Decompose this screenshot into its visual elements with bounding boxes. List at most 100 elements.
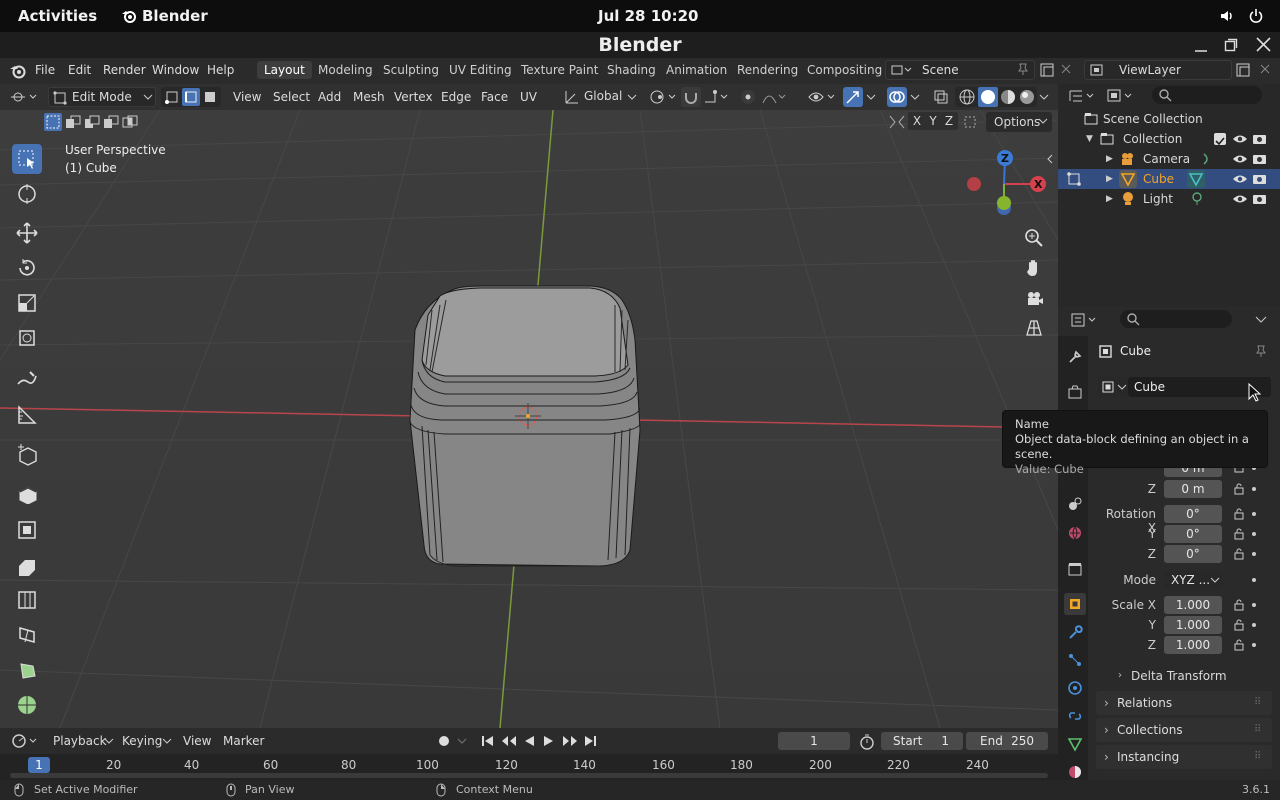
menu-mesh[interactable]: Mesh <box>353 88 385 106</box>
tab-uv-editing[interactable]: UV Editing <box>442 61 519 79</box>
expand-arrow-icon[interactable]: ▶ <box>1106 169 1113 189</box>
object-browse-dropdown[interactable] <box>1098 377 1128 397</box>
add-cube-tool[interactable] <box>12 440 42 470</box>
view-layer-selector[interactable]: ViewLayer <box>1084 60 1232 80</box>
extrude-tool[interactable] <box>12 478 42 508</box>
menu-face[interactable]: Face <box>481 88 508 106</box>
location-z-field[interactable]: 0 m <box>1164 480 1222 498</box>
outliner-row-cube[interactable]: ▶ Cube <box>1058 169 1280 189</box>
outliner-editor-icon[interactable] <box>1068 87 1098 108</box>
material-shading-icon[interactable] <box>999 88 1017 109</box>
scale-x-field[interactable]: 1.000 <box>1164 596 1222 614</box>
menu-vertex[interactable]: Vertex <box>394 88 433 106</box>
scene-tab-icon[interactable] <box>1064 493 1086 515</box>
select-subtract-icon[interactable] <box>83 113 101 135</box>
remove-view-layer-icon[interactable] <box>1259 63 1271 78</box>
outliner-search-input[interactable] <box>1152 86 1262 104</box>
chevron-down-icon[interactable] <box>457 732 467 753</box>
outliner-row-light[interactable]: ▶ Light <box>1058 189 1280 209</box>
tab-modeling[interactable]: Modeling <box>311 61 380 79</box>
properties-editor-icon[interactable] <box>1070 311 1100 332</box>
delta-transform-subpanel[interactable]: › Delta Transform <box>1114 666 1270 686</box>
pivot-point-icon[interactable] <box>648 88 678 109</box>
power-icon[interactable] <box>1248 8 1264 28</box>
tab-animation[interactable]: Animation <box>659 61 734 79</box>
menu-uv[interactable]: UV <box>520 88 537 106</box>
expand-arrow-icon[interactable]: ▼ <box>1086 129 1093 149</box>
menu-view[interactable]: View <box>233 88 261 106</box>
blender-logo-icon[interactable] <box>9 62 27 83</box>
tab-rendering[interactable]: Rendering <box>730 61 805 79</box>
play-reverse-icon[interactable] <box>522 734 536 751</box>
menu-help[interactable]: Help <box>207 63 234 77</box>
constraints-tab-icon[interactable] <box>1064 705 1086 727</box>
proportional-edit-icon[interactable] <box>739 88 757 109</box>
snap-toggle-icon[interactable] <box>681 87 701 107</box>
chevron-down-icon[interactable] <box>1254 312 1268 329</box>
mesh-data-icon[interactable] <box>1187 170 1205 188</box>
measure-tool[interactable] <box>12 400 42 430</box>
outliner-row-scene-collection[interactable]: Scene Collection <box>1058 109 1280 129</box>
scale-y-field[interactable]: 1.000 <box>1164 616 1222 634</box>
keyframe-dot[interactable] <box>1252 487 1256 491</box>
drag-handle-icon[interactable]: ⠿ <box>1254 718 1261 742</box>
falloff-icon[interactable] <box>762 88 788 109</box>
lock-icon[interactable] <box>1233 482 1245 499</box>
menu-window[interactable]: Window <box>152 63 199 77</box>
outliner-row-collection[interactable]: ▼ Collection <box>1058 129 1280 149</box>
select-extend-icon[interactable] <box>64 113 82 135</box>
lock-icon[interactable] <box>1233 618 1245 635</box>
poly-build-tool[interactable] <box>12 655 42 685</box>
rotation-y-field[interactable]: 0° <box>1164 525 1222 543</box>
mirror-icon[interactable] <box>888 114 906 134</box>
rotation-mode-dropdown[interactable]: XYZ ... <box>1164 571 1222 589</box>
tab-sculpting[interactable]: Sculpting <box>376 61 446 79</box>
keyframe-dot[interactable] <box>1252 623 1256 627</box>
timeline-editor-icon[interactable] <box>10 732 40 753</box>
face-select-icon[interactable] <box>201 88 219 106</box>
menu-file[interactable]: File <box>35 63 55 77</box>
clock[interactable]: Jul 28 10:20 <box>598 7 698 25</box>
properties-search-input[interactable] <box>1120 310 1232 328</box>
expand-arrow-icon[interactable]: ▶ <box>1106 149 1113 169</box>
keyframe-dot[interactable] <box>1252 643 1256 647</box>
new-view-layer-icon[interactable] <box>1235 62 1251 81</box>
select-new-icon[interactable] <box>44 113 62 131</box>
world-tab-icon[interactable] <box>1064 522 1086 544</box>
new-scene-icon[interactable] <box>1039 62 1055 81</box>
timeline-scrollbar[interactable] <box>10 773 1048 778</box>
editor-type-icon[interactable] <box>10 88 40 109</box>
visibility-eye-icon[interactable] <box>807 88 837 109</box>
camera-view-icon[interactable] <box>1024 288 1044 312</box>
menu-timeline-view[interactable]: View <box>183 732 211 750</box>
current-frame-field[interactable]: 1 <box>778 732 850 750</box>
particles-tab-icon[interactable] <box>1064 649 1086 671</box>
eye-icon[interactable] <box>1232 192 1248 212</box>
wireframe-shading-icon[interactable] <box>958 88 976 109</box>
keyframe-dot[interactable] <box>1252 603 1256 607</box>
keyframe-dot[interactable] <box>1252 578 1256 582</box>
display-mode-icon[interactable] <box>1106 87 1136 108</box>
activities-button[interactable]: Activities <box>18 7 97 25</box>
tab-layout[interactable]: Layout <box>257 61 312 79</box>
overlays-toggle-icon[interactable] <box>887 87 907 107</box>
expand-arrow-icon[interactable]: ▶ <box>1106 189 1113 209</box>
stopwatch-icon[interactable] <box>858 733 876 754</box>
scale-z-field[interactable]: 1.000 <box>1164 636 1222 654</box>
rotate-tool[interactable] <box>12 253 42 283</box>
tab-texture-paint[interactable]: Texture Paint <box>514 61 605 79</box>
menu-select[interactable]: Select <box>273 88 310 106</box>
menu-add[interactable]: Add <box>318 88 341 106</box>
scale-tool[interactable] <box>12 288 42 318</box>
zoom-icon[interactable] <box>1024 228 1044 252</box>
select-box-tool[interactable] <box>12 144 42 174</box>
tool-tab-icon[interactable] <box>1064 346 1086 368</box>
render-camera-icon[interactable] <box>1252 192 1268 212</box>
lock-icon[interactable] <box>1233 598 1245 615</box>
pan-hand-icon[interactable] <box>1024 258 1044 282</box>
bevel-tool[interactable] <box>12 550 42 580</box>
transform-orientation-dropdown[interactable]: Global <box>562 87 638 107</box>
tab-compositing[interactable]: Compositing <box>800 61 889 79</box>
mode-selector[interactable]: Edit Mode <box>48 87 156 107</box>
loop-cut-tool[interactable] <box>12 585 42 615</box>
